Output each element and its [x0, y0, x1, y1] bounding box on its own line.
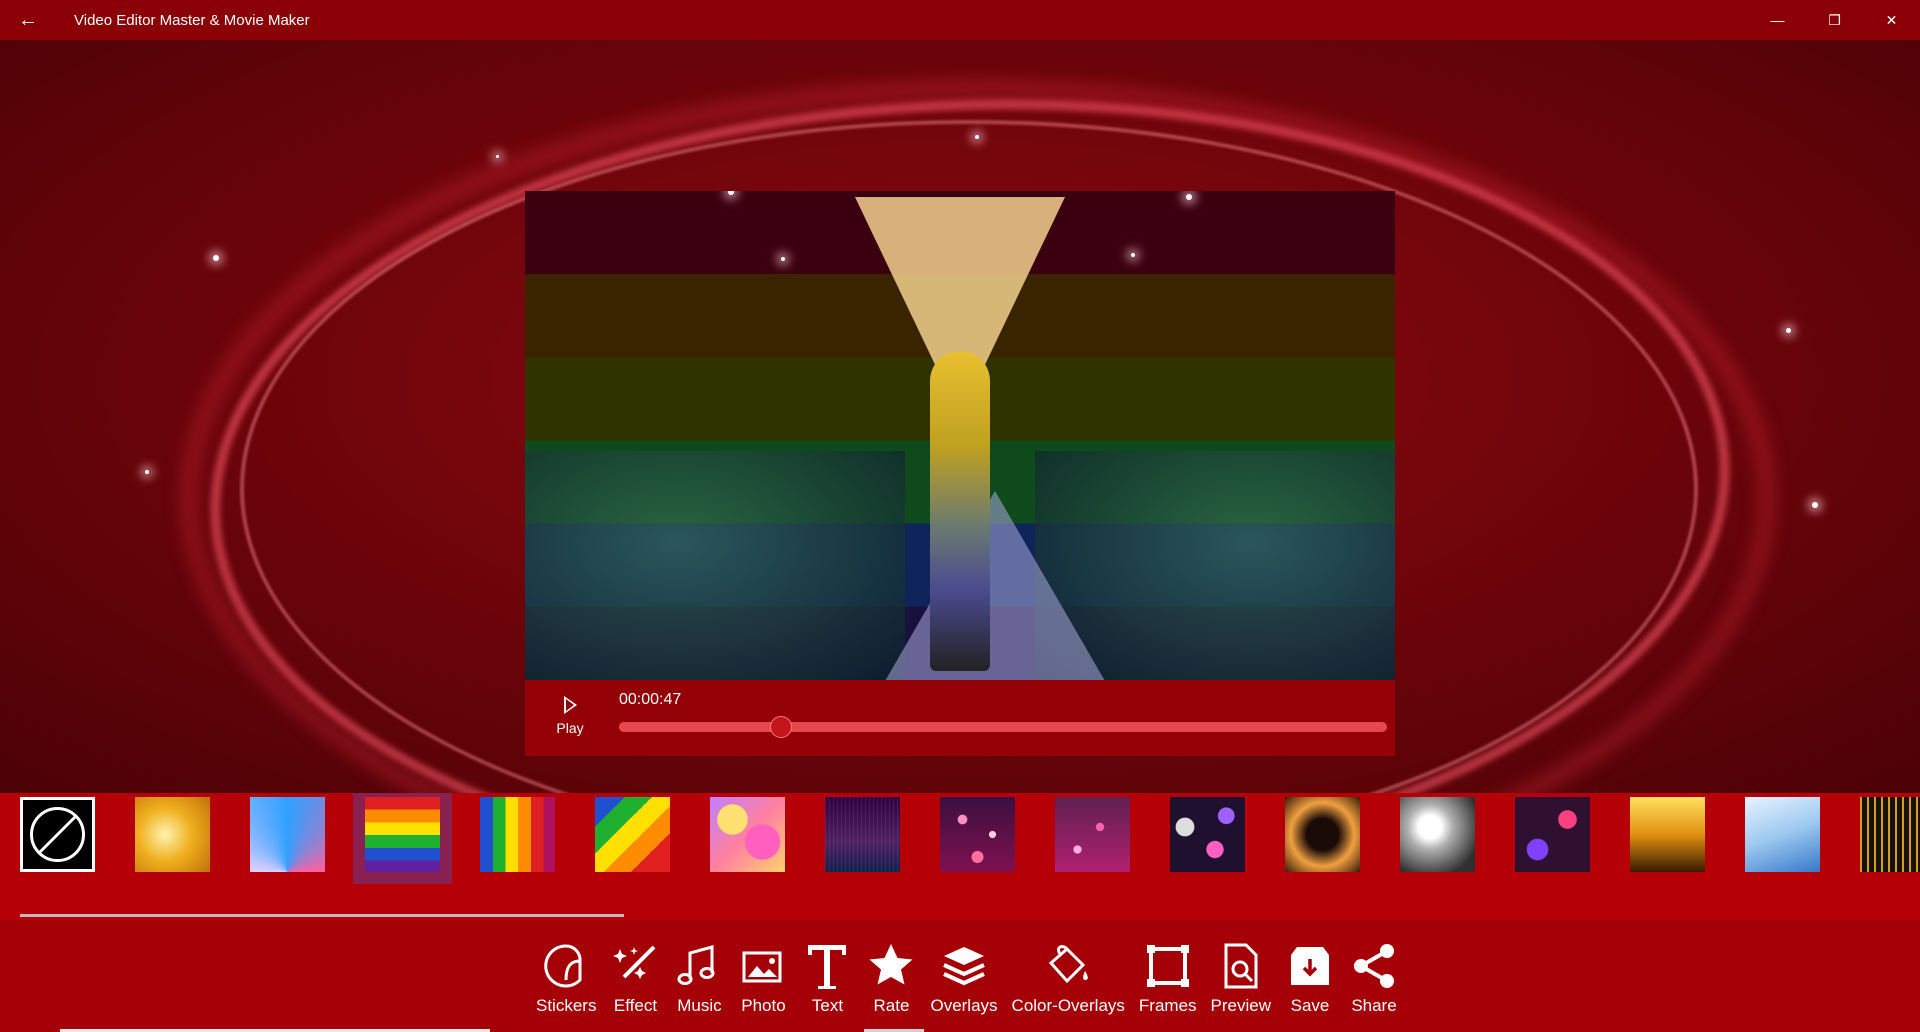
overlay-purple-lights[interactable]: [1515, 797, 1590, 872]
layers-icon: [939, 938, 989, 994]
sparkle: [145, 470, 149, 474]
tool-label: Preview: [1210, 996, 1271, 1015]
stage-light: [1131, 253, 1135, 257]
star-icon: [866, 938, 916, 994]
overlay-purple-grid[interactable]: [825, 797, 900, 872]
save-icon: [1285, 938, 1335, 994]
tool-label: Color-Overlays: [1011, 996, 1125, 1015]
tool-label: Effect: [613, 996, 658, 1015]
tool-list: Stickers Effect Music Photo Text Rate Overlays…: [536, 938, 1413, 1016]
paint-bucket-icon: [1043, 938, 1093, 994]
share-icon: [1349, 938, 1399, 994]
tool-label: Rate: [873, 996, 910, 1015]
tool-music-button[interactable]: Music: [674, 938, 724, 1016]
tool-label: Text: [811, 996, 844, 1015]
overlay-none[interactable]: [20, 797, 95, 872]
play-button[interactable]: Play: [547, 696, 593, 744]
sparkle: [1812, 502, 1818, 508]
horizontal-scrollbar[interactable]: [20, 914, 624, 917]
tool-stickers-button[interactable]: Stickers: [536, 938, 596, 1016]
text-icon: [802, 938, 852, 994]
tool-label: Stickers: [536, 996, 597, 1015]
seek-bar-thumb[interactable]: [770, 716, 793, 738]
tool-share-button[interactable]: Share: [1349, 938, 1399, 1016]
maximize-icon: ❐: [1828, 11, 1841, 28]
tool-preview-button[interactable]: Preview: [1211, 938, 1271, 1016]
overlay-gold-glitter[interactable]: [1860, 797, 1920, 872]
video-preview[interactable]: [525, 191, 1395, 680]
tool-color-overlays-button[interactable]: Color-Overlays: [1012, 938, 1125, 1016]
tool-label: Frames: [1138, 996, 1197, 1015]
overlay-rainbow-horizontal[interactable]: [353, 793, 452, 884]
play-icon: [563, 696, 577, 714]
sparkle: [496, 155, 499, 158]
tool-save-button[interactable]: Save: [1285, 938, 1335, 1016]
overlay-pastel-blobs[interactable]: [710, 797, 785, 872]
seek-bar-fill: [619, 722, 781, 732]
overlay-gold-light[interactable]: [135, 797, 210, 872]
play-label: Play: [556, 720, 584, 736]
magic-wand-icon: [610, 938, 660, 994]
tool-label: Music: [677, 996, 722, 1015]
tool-frames-button[interactable]: Frames: [1139, 938, 1197, 1016]
sparkle: [213, 255, 219, 261]
sparkle: [975, 135, 979, 139]
maximize-button[interactable]: ❐: [1806, 0, 1863, 40]
close-icon: ✕: [1885, 11, 1898, 28]
tool-overlays-button[interactable]: Overlays: [930, 938, 998, 1016]
tool-label: Save: [1290, 996, 1330, 1015]
app-title: Video Editor Master & Movie Maker: [74, 11, 310, 29]
player-controls: Play 00:00:47: [525, 680, 1395, 756]
runway-model: [930, 351, 990, 671]
current-time: 00:00:47: [619, 691, 682, 708]
overlay-list: [20, 793, 1920, 884]
overlay-dark-bokeh[interactable]: [1170, 797, 1245, 872]
tool-label: Photo: [741, 996, 786, 1015]
title-bar: ← Video Editor Master & Movie Maker — ❐ …: [0, 0, 1920, 40]
audience-left: [525, 451, 905, 680]
minimize-button[interactable]: —: [1749, 0, 1806, 40]
tool-photo-button[interactable]: Photo: [738, 938, 788, 1016]
tool-text-button[interactable]: Text: [802, 938, 852, 1016]
overlay-pink-bokeh[interactable]: [940, 797, 1015, 872]
stage-background: Play 00:00:47: [0, 40, 1920, 793]
overlay-rainbow-diagonal[interactable]: [595, 797, 670, 872]
preview-icon: [1216, 938, 1266, 994]
overlay-golden-rays[interactable]: [1630, 797, 1705, 872]
bottom-toolbar: Stickers Effect Music Photo Text Rate Overlays…: [0, 920, 1920, 1032]
photo-icon: [738, 938, 788, 994]
tool-label: Overlays: [930, 996, 998, 1015]
tool-effect-button[interactable]: Effect: [610, 938, 660, 1016]
overlay-dark-sparkle[interactable]: [1285, 797, 1360, 872]
close-button[interactable]: ✕: [1863, 0, 1920, 40]
stage-light: [1186, 194, 1192, 200]
minimize-icon: —: [1770, 12, 1785, 28]
overlay-rainbow-vertical[interactable]: [480, 797, 555, 872]
frame-icon: [1143, 938, 1193, 994]
overlay-magenta-bokeh[interactable]: [1055, 797, 1130, 872]
seek-bar[interactable]: [619, 716, 1387, 738]
runway: [885, 491, 1105, 680]
overlay-white-flare[interactable]: [1400, 797, 1475, 872]
sparkle: [1786, 328, 1791, 333]
overlay-blue-sky[interactable]: [1745, 797, 1820, 872]
tool-rate-button[interactable]: Rate: [866, 938, 916, 1016]
music-icon: [674, 938, 724, 994]
stage-light: [781, 257, 785, 261]
back-arrow-icon: ←: [18, 8, 38, 31]
back-button[interactable]: ←: [0, 0, 56, 40]
overlay-stage-lights[interactable]: [250, 797, 325, 872]
tool-label: Share: [1351, 996, 1397, 1015]
window-controls: — ❐ ✕: [1749, 0, 1920, 40]
sticker-icon: [541, 938, 591, 994]
no-overlay-icon: [30, 807, 85, 862]
overlay-strip: [0, 793, 1920, 920]
